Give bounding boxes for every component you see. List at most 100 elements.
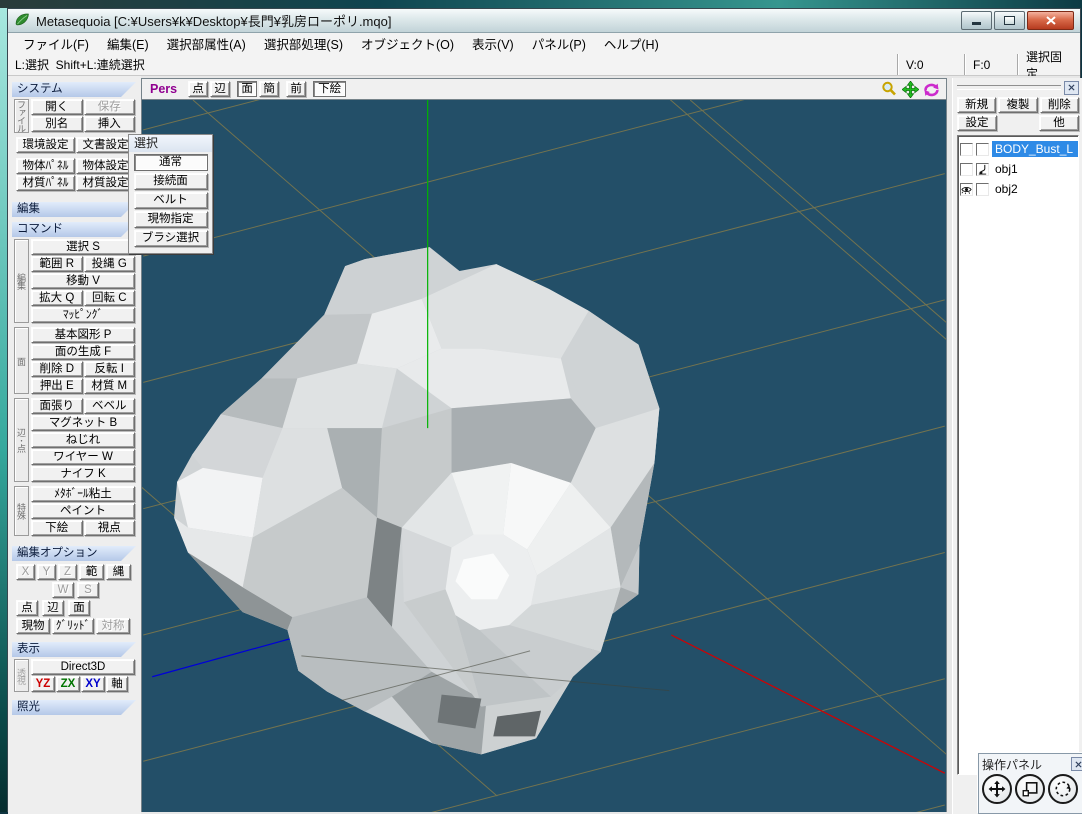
visibility-toggle[interactable]	[960, 143, 973, 156]
pan-icon[interactable]	[901, 80, 919, 98]
tab-command-edit[interactable]: 編集	[14, 239, 29, 323]
lock-toggle[interactable]	[976, 143, 989, 156]
twist-button[interactable]: ねじれ	[31, 432, 135, 448]
object-duplicate-button[interactable]: 複製	[998, 97, 1037, 113]
magnifier-icon[interactable]	[880, 80, 898, 98]
panel-header-edit-options[interactable]: 編集オプション	[12, 546, 136, 561]
viewport-3d[interactable]	[142, 100, 946, 812]
object-name[interactable]: BODY_Bust_L	[992, 141, 1078, 157]
scale-tool-button[interactable]	[1015, 774, 1045, 804]
rotate-command-button[interactable]: 回転 C	[84, 290, 136, 306]
insert-button[interactable]: 挿入	[84, 116, 136, 132]
axis-display-toggle[interactable]: 軸	[106, 676, 128, 692]
select-brush-button[interactable]: ブラシ選択	[134, 230, 208, 247]
view-mode-label[interactable]: Pers	[150, 82, 177, 96]
range-command-button[interactable]: 範囲 R	[31, 256, 83, 272]
object-other-button[interactable]: 他	[1039, 115, 1079, 131]
object-name[interactable]: obj2	[992, 181, 1078, 197]
object-name[interactable]: obj1	[992, 161, 1078, 177]
tab-command-edge[interactable]: 辺･点	[14, 398, 29, 482]
move-command-button[interactable]: 移動 V	[31, 273, 135, 289]
visibility-toggle[interactable]	[960, 183, 973, 196]
object-list[interactable]: BODY_Bust_L obj1 obj2	[957, 135, 1079, 775]
paint-button[interactable]: ペイント	[31, 503, 135, 519]
magnet-button[interactable]: マグネット B	[31, 415, 135, 431]
save-as-button[interactable]: 別名	[31, 116, 83, 132]
visibility-toggle[interactable]	[960, 163, 973, 176]
selection-fix-button[interactable]: 選択固定	[1017, 54, 1080, 75]
select-pick-object-button[interactable]: 現物指定	[134, 211, 208, 228]
delete-button[interactable]: 削除 D	[31, 361, 83, 377]
rope-option-toggle[interactable]: 縄	[106, 564, 131, 580]
front-display-button[interactable]: 前	[286, 81, 306, 97]
menu-edit[interactable]: 編集(E)	[98, 34, 158, 53]
screen-toggle[interactable]: S	[77, 582, 99, 598]
material-panel-button[interactable]: 材質ﾊﾟﾈﾙ	[16, 175, 75, 191]
doc-settings-button[interactable]: 文書設定	[76, 137, 135, 153]
env-settings-button[interactable]: 環境設定	[16, 137, 75, 153]
xy-plane-toggle[interactable]: XY	[81, 676, 105, 692]
tab-perspective[interactable]: 透視	[14, 659, 29, 692]
panel-header-light[interactable]: 照光	[12, 700, 136, 715]
mapping-command-button[interactable]: ﾏｯﾋﾟﾝｸﾞ	[31, 307, 135, 323]
open-button[interactable]: 開く	[31, 99, 83, 115]
primitive-button[interactable]: 基本図形 P	[31, 327, 135, 343]
select-belt-button[interactable]: ベルト	[134, 192, 208, 209]
menu-selection-proc[interactable]: 選択部処理(S)	[255, 34, 352, 53]
object-settings-button[interactable]: 物体設定	[76, 158, 135, 174]
object-delete-button[interactable]: 削除	[1040, 97, 1079, 113]
panel-header-system[interactable]: システム	[12, 82, 136, 97]
object-row[interactable]: obj2	[960, 179, 1078, 199]
yz-plane-toggle[interactable]: YZ	[31, 676, 55, 692]
menu-help[interactable]: ヘルプ(H)	[595, 34, 668, 53]
menu-object[interactable]: オブジェクト(O)	[352, 34, 463, 53]
create-face-button[interactable]: 面の生成 F	[31, 344, 135, 360]
metaball-button[interactable]: ﾒﾀﾎﾞｰﾙ粘土	[31, 486, 135, 502]
axis-x-toggle[interactable]: X	[16, 564, 35, 580]
point-display-button[interactable]: 点	[188, 81, 208, 97]
symmetry-toggle[interactable]: 対称	[96, 618, 130, 634]
object-settings-button[interactable]: 設定	[957, 115, 997, 131]
panel-header-display[interactable]: 表示	[12, 642, 136, 657]
bevel-button[interactable]: ベベル	[84, 398, 136, 414]
attach-face-button[interactable]: 面張り	[31, 398, 83, 414]
menu-panel[interactable]: パネル(P)	[523, 34, 595, 53]
underlay-display-button[interactable]: 下絵	[313, 81, 346, 97]
point-toggle[interactable]: 点	[16, 600, 38, 616]
material-button[interactable]: 材質 M	[84, 378, 136, 394]
panel-collapse-handle[interactable]	[957, 85, 1061, 90]
scale-command-button[interactable]: 拡大 Q	[31, 290, 83, 306]
panel-header-edit[interactable]: 編集	[12, 202, 136, 217]
object-panel-button[interactable]: 物体ﾊﾟﾈﾙ	[16, 158, 75, 174]
object-new-button[interactable]: 新規	[957, 97, 996, 113]
move-tool-button[interactable]	[982, 774, 1012, 804]
panel-header-command[interactable]: コマンド	[12, 222, 136, 237]
axis-y-toggle[interactable]: Y	[37, 564, 56, 580]
select-command-button[interactable]: 選択 S	[31, 239, 135, 255]
underlay-button[interactable]: 下絵	[31, 520, 83, 536]
lasso-command-button[interactable]: 投縄 G	[84, 256, 136, 272]
menu-file[interactable]: ファイル(F)	[14, 34, 98, 53]
grid-snap-toggle[interactable]: ｸﾞﾘｯﾄﾞ	[52, 618, 94, 634]
save-button[interactable]: 保存	[84, 99, 136, 115]
range-option-toggle[interactable]: 範	[79, 564, 104, 580]
axis-z-toggle[interactable]: Z	[58, 564, 77, 580]
object-row[interactable]: BODY_Bust_L	[960, 139, 1078, 159]
viewport-canvas[interactable]	[142, 100, 946, 812]
knife-button[interactable]: ナイフ K	[31, 466, 135, 482]
close-button[interactable]	[1027, 11, 1074, 30]
face-toggle[interactable]: 面	[68, 600, 90, 616]
invert-button[interactable]: 反転 I	[84, 361, 136, 377]
edge-display-button[interactable]: 辺	[210, 81, 230, 97]
wire-button[interactable]: ワイヤー W	[31, 449, 135, 465]
menu-view[interactable]: 表示(V)	[463, 34, 523, 53]
rotate-tool-button[interactable]	[1048, 774, 1078, 804]
extrude-button[interactable]: 押出 E	[31, 378, 83, 394]
object-panel-close-button[interactable]	[1064, 81, 1079, 95]
operation-panel-close-button[interactable]	[1071, 757, 1082, 771]
tab-command-special[interactable]: 特殊	[14, 486, 29, 536]
world-toggle[interactable]: W	[52, 582, 74, 598]
edge-toggle[interactable]: 辺	[42, 600, 64, 616]
lock-toggle[interactable]	[976, 183, 989, 196]
minimize-button[interactable]	[961, 11, 992, 30]
